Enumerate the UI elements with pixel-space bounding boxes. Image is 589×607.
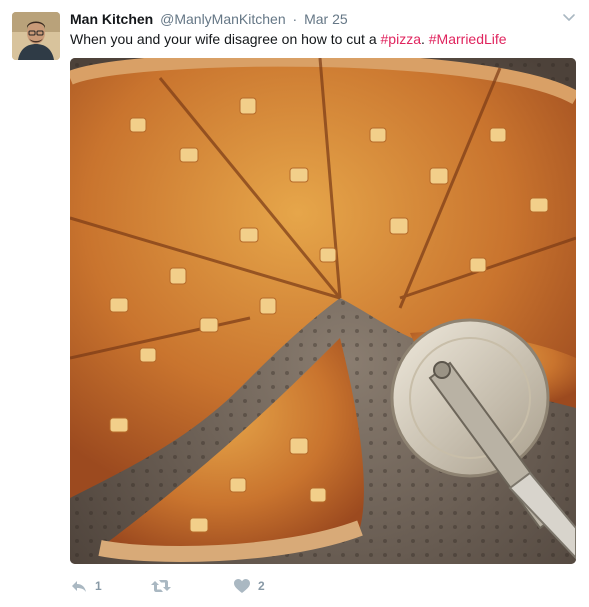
tweet-text-part: When you and your wife disagree on how t… [70, 31, 381, 47]
heart-icon[interactable] [233, 578, 251, 594]
avatar[interactable] [12, 12, 60, 60]
reply-count: 1 [95, 579, 102, 593]
avatar-image [12, 12, 60, 60]
tweet-actions: 1 2 [70, 576, 577, 596]
tweet-date[interactable]: Mar 25 [304, 11, 348, 27]
hashtag-pizza[interactable]: #pizza [381, 31, 421, 47]
hashtag-marriedlife[interactable]: #MarriedLife [429, 31, 507, 47]
caret-down-icon[interactable] [561, 10, 577, 26]
reply-icon[interactable] [70, 578, 88, 594]
reply-action[interactable]: 1 [70, 576, 102, 596]
tweet-text: When you and your wife disagree on how t… [70, 29, 577, 49]
like-count: 2 [258, 579, 265, 593]
tweet-text-part: . [420, 31, 429, 47]
retweet-icon[interactable] [150, 578, 172, 594]
pizza-photo [70, 58, 576, 564]
display-name[interactable]: Man Kitchen [70, 11, 153, 27]
retweet-action[interactable] [150, 576, 179, 596]
tweet-header: Man Kitchen @ManlyManKitchen · Mar 25 [70, 9, 559, 29]
tweet: Man Kitchen @ManlyManKitchen · Mar 25 Wh… [0, 0, 589, 607]
user-handle[interactable]: @ManlyManKitchen [160, 11, 286, 27]
separator-dot: · [292, 11, 298, 27]
tweet-photo[interactable] [70, 58, 576, 564]
like-action[interactable]: 2 [233, 576, 265, 596]
